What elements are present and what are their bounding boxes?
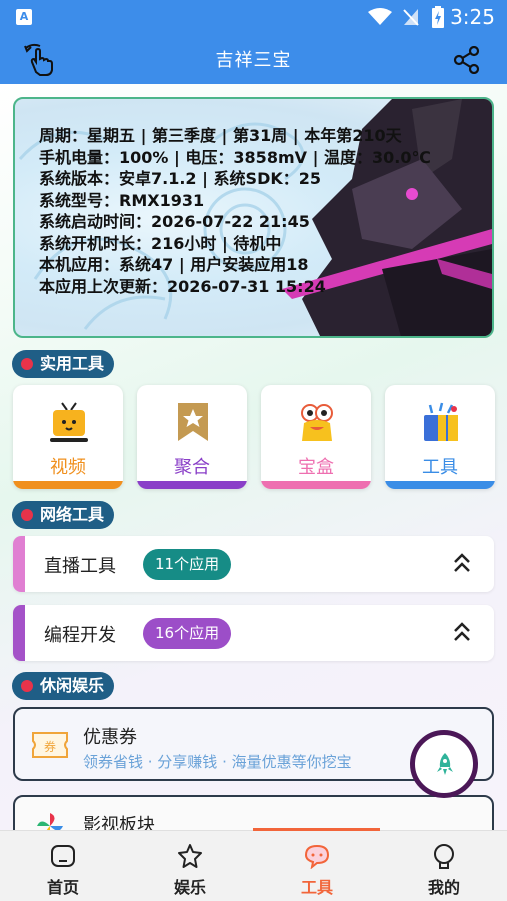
banner-line: 系统型号：RMX1931 — [39, 190, 205, 210]
rocket-icon — [437, 753, 453, 775]
device-info-banner[interactable]: 周期：星期五 | 第三季度 | 第31周 | 本年第210天 手机电量：100%… — [13, 97, 494, 338]
row-title: 直播工具 — [44, 556, 116, 577]
coupon-subtitle: 领券省钱 · 分享赚钱 · 海量优惠等你挖宝 — [83, 753, 352, 771]
list-row-live-tools[interactable]: 直播工具 11个应用 — [13, 536, 494, 592]
row-accent — [13, 605, 25, 661]
star-icon — [178, 844, 202, 868]
chat-bubble-icon — [304, 844, 330, 869]
banner-line: 手机电量：100% | 电压：3858mV | 温度：30.0℃ — [39, 147, 431, 167]
tool-card-label: 工具 — [422, 457, 458, 478]
section-header-leisure: 休闲娱乐 — [12, 672, 115, 700]
banner-line: 系统开机时长：216小时 | 待机中 — [39, 233, 282, 253]
status-bar: A 3:25 — [0, 0, 507, 34]
app-count-badge: 16个应用 — [143, 618, 232, 649]
battery-charging-icon — [432, 6, 444, 28]
notification-app-icon: A — [16, 9, 32, 25]
section-header-network: 网络工具 — [12, 501, 115, 529]
nav-label: 首页 — [46, 878, 79, 897]
chevron-double-up-icon[interactable] — [452, 552, 472, 574]
tool-card-aggregate[interactable]: 聚合 — [137, 385, 247, 489]
tool-card-video[interactable]: 视频 — [13, 385, 123, 489]
no-signal-icon — [403, 9, 419, 26]
section-title: 实用工具 — [40, 354, 105, 373]
list-row-dev-tools[interactable]: 编程开发 16个应用 — [13, 605, 494, 661]
coupon-ticket-icon: 券 — [32, 732, 68, 758]
section-title: 休闲娱乐 — [40, 676, 105, 695]
app-count-badge: 11个应用 — [143, 549, 232, 580]
banner-line: 周期：星期五 | 第三季度 | 第31周 | 本年第210天 — [39, 126, 402, 145]
tool-card-bar — [13, 481, 123, 489]
section-dot — [21, 358, 33, 370]
tool-card-tools[interactable]: 工具 — [385, 385, 495, 489]
share-icon[interactable] — [453, 46, 481, 74]
tool-card-label: 聚合 — [174, 457, 210, 478]
tool-card-treasure-box[interactable]: 宝盒 — [261, 385, 371, 489]
nav-label: 娱乐 — [173, 878, 206, 897]
tool-card-bar — [137, 481, 247, 489]
wifi-icon — [368, 8, 392, 25]
section-dot — [21, 680, 33, 692]
section-title: 网络工具 — [40, 505, 105, 524]
banner-line: 系统启动时间：2026-07-22 21:45 — [39, 212, 310, 231]
tv-icon — [50, 402, 88, 442]
nav-item-home[interactable]: 首页 — [0, 831, 126, 901]
tool-card-label: 宝盒 — [298, 457, 334, 478]
section-header-tools: 实用工具 — [12, 350, 115, 378]
rocket-fab-button[interactable] — [410, 730, 478, 798]
person-icon — [434, 844, 454, 869]
row-accent — [13, 536, 25, 592]
nav-item-entertainment[interactable]: 娱乐 — [127, 831, 253, 901]
row-title: 编程开发 — [44, 625, 116, 646]
bookmark-star-icon — [178, 403, 208, 441]
coupon-title: 优惠券 — [83, 727, 137, 748]
banner-line: 系统版本：安卓7.1.2 | 系统SDK：25 — [39, 169, 322, 188]
bottom-navigation: 首页 娱乐 工具 我的 — [0, 830, 507, 901]
active-tab-indicator — [253, 828, 380, 831]
status-time: 3:25 — [450, 5, 495, 29]
banner-line: 本机应用：系统47 | 用户安装应用18 — [39, 255, 309, 274]
app-bar: 吉祥三宝 — [0, 34, 507, 84]
coupon-icon-text: 券 — [44, 739, 56, 754]
nav-label: 我的 — [427, 878, 460, 897]
tool-card-bar — [261, 481, 371, 489]
section-dot — [21, 509, 33, 521]
banner-line: 本应用上次更新：2026-07-31 15:24 — [39, 276, 326, 296]
app-title: 吉祥三宝 — [215, 50, 292, 71]
banner-text: 周期：星期五 | 第三季度 | 第31周 | 本年第210天 手机电量：100%… — [39, 125, 431, 297]
tool-card-label: 视频 — [50, 457, 86, 478]
nav-item-tools[interactable]: 工具 — [254, 831, 380, 901]
nav-item-mine[interactable]: 我的 — [381, 831, 507, 901]
home-icon — [51, 845, 75, 867]
tool-card-bar — [385, 481, 495, 489]
mascot-icon — [301, 404, 333, 441]
chevron-double-up-icon[interactable] — [452, 621, 472, 643]
nav-label: 工具 — [300, 878, 333, 897]
gift-box-icon — [424, 402, 458, 441]
